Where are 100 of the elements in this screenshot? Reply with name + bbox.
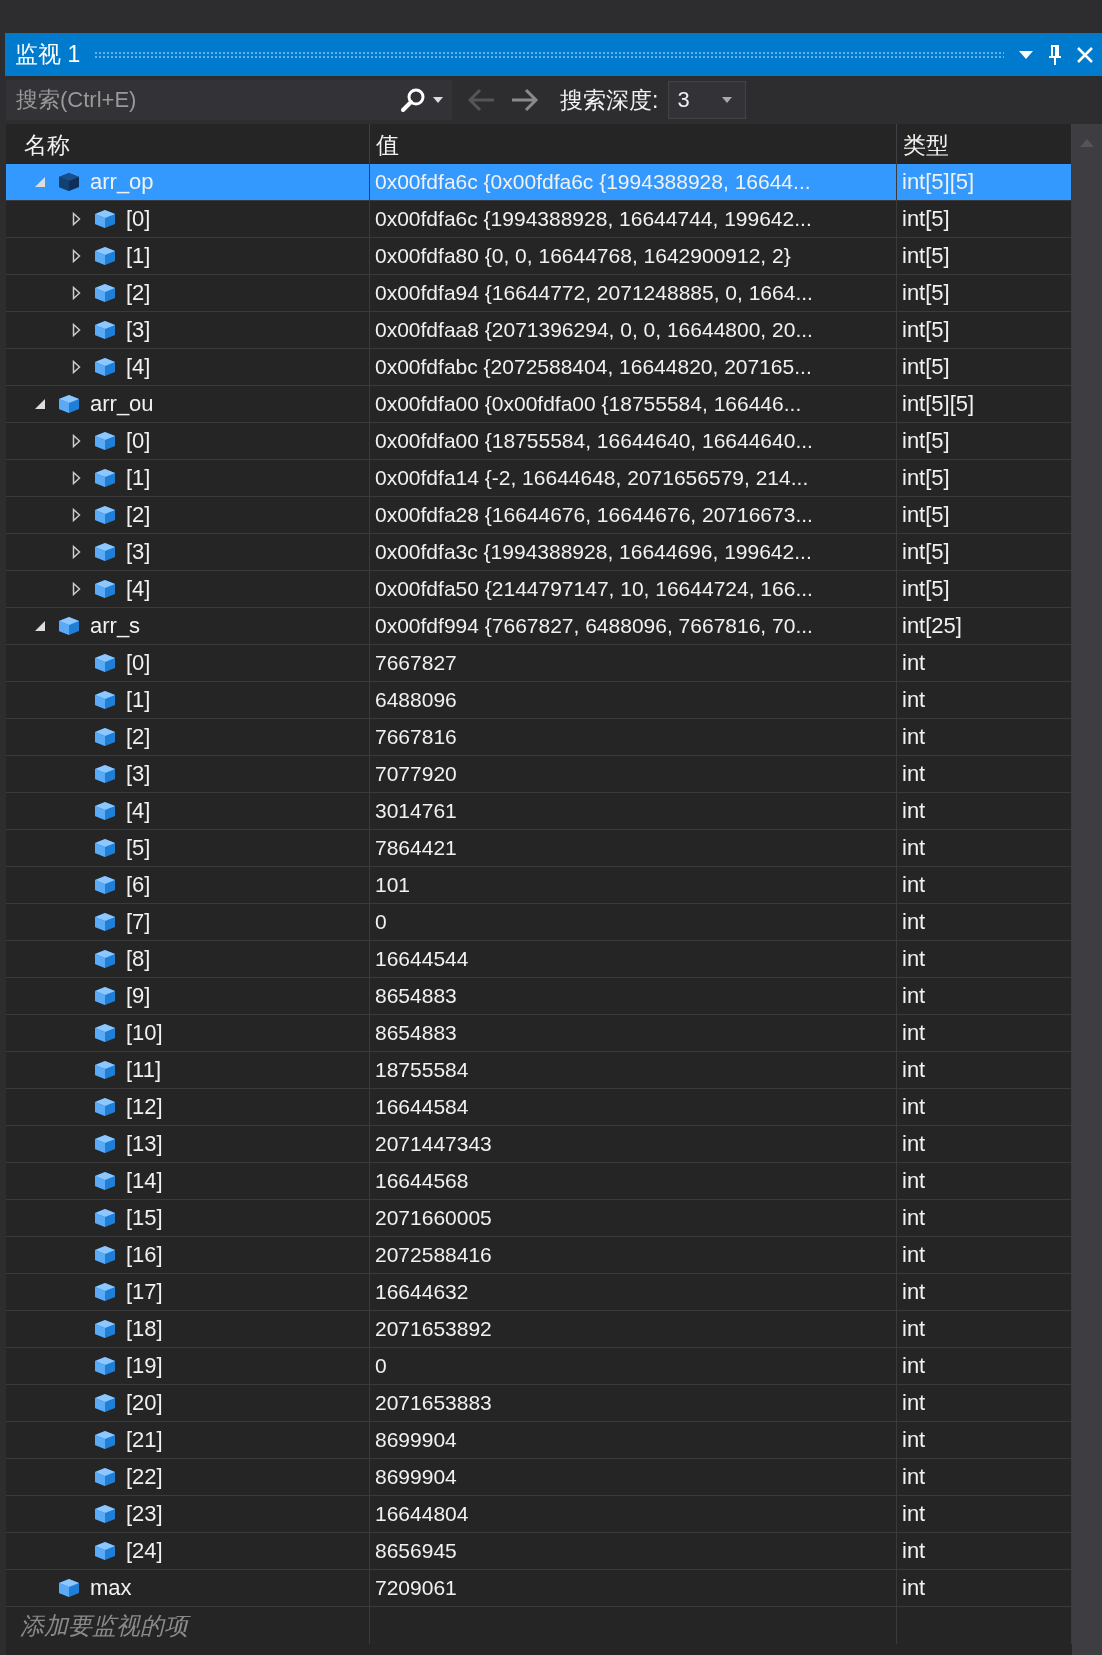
value-cell: 2072588416 [370,1237,897,1273]
watch-row[interactable]: [1] 6488096 int [6,682,1072,719]
variable-cube-icon [94,1208,116,1228]
watch-row[interactable]: [24] 8656945 int [6,1533,1072,1570]
watch-row[interactable]: [19] 0 int [6,1348,1072,1385]
watch-row[interactable]: [22] 8699904 int [6,1459,1072,1496]
variable-cube-icon [94,764,116,784]
variable-name: [5] [126,835,151,861]
watch-row[interactable]: [0] 0x00fdfa6c {1994388928, 16644744, 199642... int[5] [6,201,1072,238]
value-cell: 0x00fdfa6c {0x00fdfa6c {1994388928, 16644... [370,164,897,200]
depth-combobox[interactable]: 3 [668,81,747,119]
watch-row[interactable]: [18] 2071653892 int [6,1311,1072,1348]
collapsed-arrow-icon[interactable] [71,582,81,596]
watch-row[interactable]: [4] 0x00fdfa50 {2144797147, 10, 16644724, 166... int[5] [6,571,1072,608]
variable-name: [18] [126,1316,163,1342]
watch-row[interactable]: [1] 0x00fdfa14 {-2, 16644648, 2071656579, 214... int[5] [6,460,1072,497]
variable-name: [12] [126,1094,163,1120]
value-cell: 0x00fdfa00 {0x00fdfa00 {18755584, 166446... [370,386,897,422]
watch-row[interactable]: [15] 2071660005 int [6,1200,1072,1237]
collapsed-arrow-icon[interactable] [71,508,81,522]
variable-name: max [90,1575,132,1601]
variable-name: [2] [126,502,151,528]
variable-cube-icon [94,727,116,747]
variable-name: [2] [126,724,151,750]
variable-cube-icon [58,394,80,414]
watch-row[interactable]: [2] 0x00fdfa28 {16644676, 16644676, 20716673... int[5] [6,497,1072,534]
value-cell: 7667827 [370,645,897,681]
value-cell: 0x00fdf994 {7667827, 6488096, 7667816, 70... [370,608,897,644]
watch-row[interactable]: [3] 7077920 int [6,756,1072,793]
variable-name: [16] [126,1242,163,1268]
watch-row[interactable]: [3] 0x00fdfa3c {1994388928, 16644696, 199642... int[5] [6,534,1072,571]
watch-row[interactable]: [2] 7667816 int [6,719,1072,756]
watch-row[interactable]: [4] 3014761 int [6,793,1072,830]
value-cell: 8699904 [370,1459,897,1495]
collapsed-arrow-icon[interactable] [71,545,81,559]
watch-row[interactable]: [6] 101 int [6,867,1072,904]
variable-cube-icon [58,172,80,192]
watch-row[interactable]: [16] 2072588416 int [6,1237,1072,1274]
watch-row[interactable]: arr_ou 0x00fdfa00 {0x00fdfa00 {18755584, 166446... int[5][5] [6,386,1072,423]
variable-cube-icon [94,912,116,932]
watch-row[interactable]: [1] 0x00fdfa80 {0, 0, 16644768, 1642900912, 2} int[5] [6,238,1072,275]
watch-row[interactable]: [13] 2071447343 int [6,1126,1072,1163]
watch-row[interactable]: [4] 0x00fdfabc {2072588404, 16644820, 207165... int[5] [6,349,1072,386]
value-cell: 16644804 [370,1496,897,1532]
watch-row[interactable]: [23] 16644804 int [6,1496,1072,1533]
value-cell: 2071660005 [370,1200,897,1236]
scrollbar[interactable] [1072,124,1102,1655]
variable-name: [11] [126,1057,162,1083]
value-cell: 16644568 [370,1163,897,1199]
watch-row[interactable]: [17] 16644632 int [6,1274,1072,1311]
search-field[interactable]: 搜索(Ctrl+E) [14,86,394,114]
search-icon[interactable] [400,87,426,113]
variable-cube-icon [94,246,116,266]
watch-row[interactable]: arr_s 0x00fdf994 {7667827, 6488096, 7667816, 70... int[25] [6,608,1072,645]
collapsed-arrow-icon[interactable] [71,249,81,263]
variable-cube-icon [94,209,116,229]
collapsed-arrow-icon[interactable] [71,323,81,337]
watch-row[interactable]: [9] 8654883 int [6,978,1072,1015]
dropdown-icon[interactable] [1018,49,1034,60]
watch-row[interactable]: [14] 16644568 int [6,1163,1072,1200]
caret-icon[interactable] [721,96,734,104]
variable-name: [24] [126,1538,163,1564]
variable-cube-icon [94,1023,116,1043]
value-cell: 2071447343 [370,1126,897,1162]
value-cell: 2071653883 [370,1385,897,1421]
value-cell: 16644544 [370,941,897,977]
watch-row[interactable]: [5] 7864421 int [6,830,1072,867]
variable-name: [15] [126,1205,163,1231]
value-cell: 0 [370,904,897,940]
add-watch-field[interactable]: 添加要监视的项 [6,1610,369,1641]
caret-icon[interactable] [432,96,444,104]
collapsed-arrow-icon[interactable] [71,212,81,226]
value-cell: 0x00fdfabc {2072588404, 16644820, 207165... [370,349,897,385]
watch-row[interactable]: max 7209061 int [6,1570,1072,1607]
watch-row[interactable]: [0] 7667827 int [6,645,1072,682]
collapsed-arrow-icon[interactable] [71,471,81,485]
watch-row[interactable]: [8] 16644544 int [6,941,1072,978]
watch-row[interactable]: [11] 18755584 int [6,1052,1072,1089]
value-cell: 7077920 [370,756,897,792]
collapsed-arrow-icon[interactable] [71,434,81,448]
collapsed-arrow-icon[interactable] [71,360,81,374]
forward-arrow-icon[interactable] [510,88,540,112]
search-box[interactable]: 搜索(Ctrl+E) [6,80,452,120]
expanded-arrow-icon[interactable] [34,620,46,632]
variable-cube-icon [94,1504,116,1524]
expanded-arrow-icon[interactable] [34,398,46,410]
collapsed-arrow-icon[interactable] [71,286,81,300]
close-icon[interactable] [1076,45,1094,64]
watch-row[interactable]: [3] 0x00fdfaa8 {2071396294, 0, 0, 16644800, 20... int[5] [6,312,1072,349]
watch-row[interactable]: [7] 0 int [6,904,1072,941]
watch-row[interactable]: [12] 16644584 int [6,1089,1072,1126]
watch-row[interactable]: [2] 0x00fdfa94 {16644772, 2071248885, 0, 1664... int[5] [6,275,1072,312]
variable-name: [21] [126,1427,163,1453]
watch-row[interactable]: [10] 8654883 int [6,1015,1072,1052]
watch-row[interactable]: [0] 0x00fdfa00 {18755584, 16644640, 16644640... int[5] [6,423,1072,460]
value-cell: 0x00fdfa14 {-2, 16644648, 2071656579, 214... [370,460,897,496]
watch-row[interactable]: [20] 2071653883 int [6,1385,1072,1422]
pin-icon[interactable] [1048,43,1062,66]
watch-row[interactable]: [21] 8699904 int [6,1422,1072,1459]
value-cell: 8699904 [370,1422,897,1458]
